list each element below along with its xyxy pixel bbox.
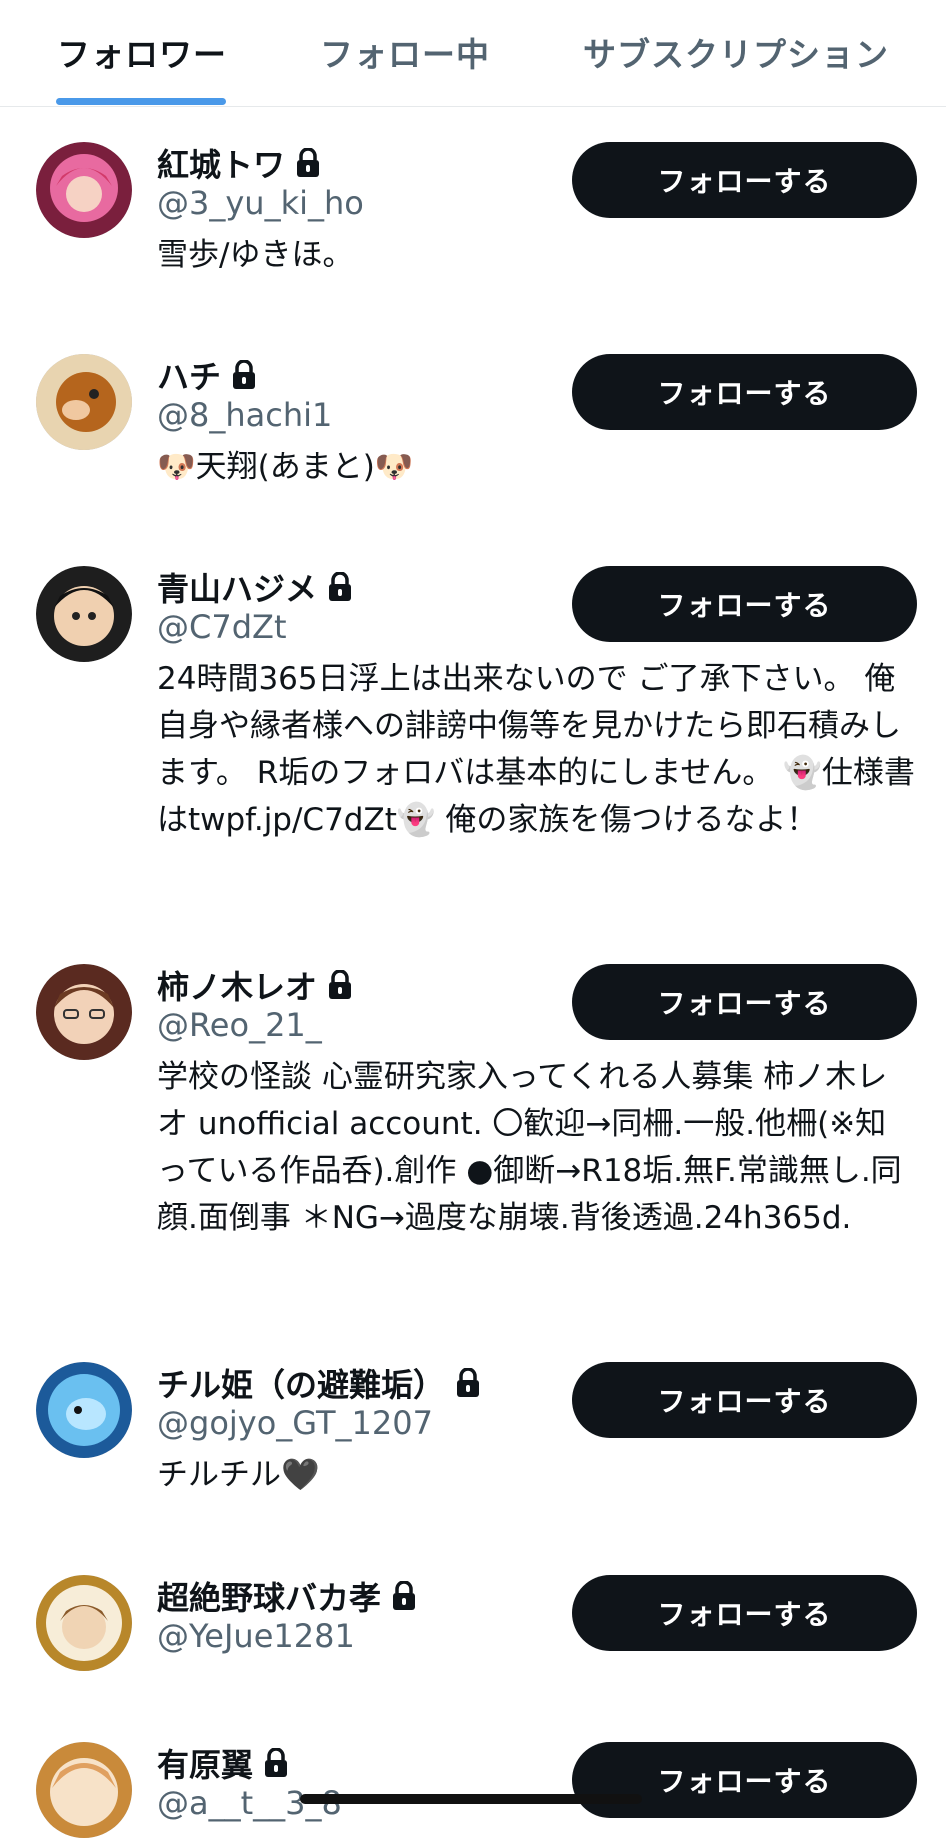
follow-button[interactable]: フォローする	[572, 566, 917, 642]
follow-button[interactable]: フォローする	[572, 964, 917, 1040]
follow-button[interactable]: フォローする	[572, 354, 917, 430]
follow-button[interactable]: フォローする	[572, 1742, 917, 1818]
user-bio: チルチル🖤	[157, 1457, 320, 1493]
lock-icon	[457, 1368, 480, 1397]
lock-icon	[329, 572, 352, 601]
user-handle: @8_hachi1	[157, 396, 333, 434]
tab-subscriptions[interactable]: サブスクリプション	[583, 28, 889, 76]
lock-icon	[265, 1748, 288, 1777]
avatar[interactable]	[36, 566, 132, 662]
active-tab-indicator	[56, 98, 226, 105]
lock-icon	[329, 970, 352, 999]
user-name: 柿ノ木レオ	[157, 962, 353, 1008]
avatar[interactable]	[36, 964, 132, 1060]
avatar[interactable]	[36, 1742, 132, 1838]
avatar[interactable]	[36, 142, 132, 238]
avatar[interactable]	[36, 1362, 132, 1458]
lock-icon	[393, 1581, 416, 1610]
user-bio: 学校の怪談 心霊研究家入ってくれる人募集 柿ノ木レオ unofficial ac…	[157, 1059, 902, 1236]
follow-button[interactable]: フォローする	[572, 1362, 917, 1438]
tab-following[interactable]: フォロー中	[320, 28, 490, 76]
home-indicator[interactable]	[300, 1794, 642, 1804]
user-name: ハチ	[157, 352, 257, 398]
tab-followers[interactable]: フォロワー	[57, 28, 227, 76]
user-bio: 雪歩/ゆきほ。	[157, 237, 354, 273]
user-bio: 24時間365日浮上は出来ないので ご了承下さい。 俺自身や縁者様への誹謗中傷等…	[157, 661, 915, 838]
lock-icon	[297, 148, 320, 177]
user-handle: @3_yu_ki_ho	[157, 184, 364, 222]
user-name: チル姫（の避難垢）	[157, 1360, 481, 1406]
follow-button[interactable]: フォローする	[572, 142, 917, 218]
user-handle: @Reo_21_	[157, 1006, 322, 1044]
user-bio: 🐶天翔(あまと)🐶	[157, 449, 414, 485]
follow-button[interactable]: フォローする	[572, 1575, 917, 1651]
user-name: 紅城トワ	[157, 140, 321, 186]
user-name: 有原翼	[157, 1740, 289, 1786]
user-handle: @YeJue1281	[157, 1617, 355, 1655]
tab-bar: フォロワー フォロー中 サブスクリプション	[0, 0, 946, 107]
avatar[interactable]	[36, 1575, 132, 1671]
user-name: 青山ハジメ	[157, 564, 353, 610]
user-handle: @gojyo_GT_1207	[157, 1404, 433, 1442]
user-handle: @C7dZt	[157, 608, 287, 646]
lock-icon	[233, 360, 256, 389]
avatar[interactable]	[36, 354, 132, 450]
user-name: 超絶野球バカ孝	[157, 1573, 417, 1619]
